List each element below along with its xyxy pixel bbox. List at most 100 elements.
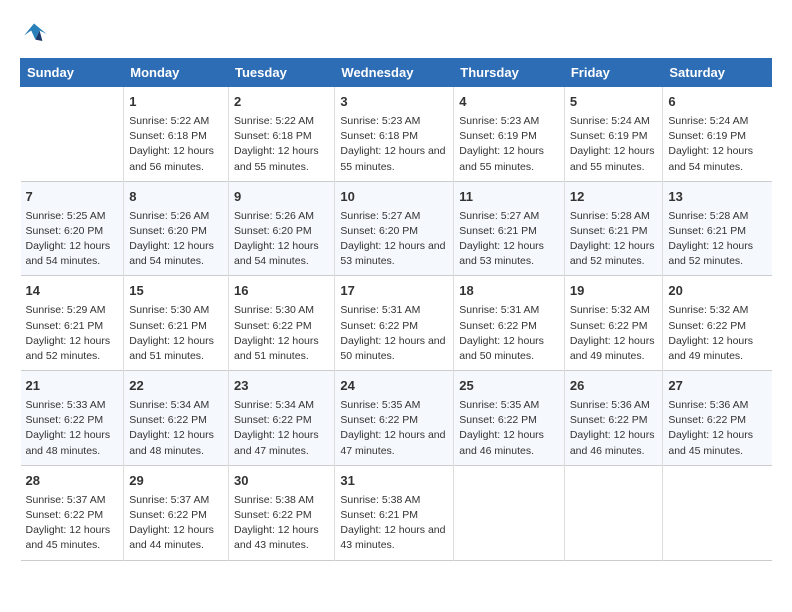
calendar-week-row: 28 Sunrise: 5:37 AMSunset: 6:22 PMDayligh… bbox=[21, 465, 772, 560]
day-number: 22 bbox=[129, 377, 223, 396]
day-number: 29 bbox=[129, 472, 223, 491]
cell-info: Sunrise: 5:32 AMSunset: 6:22 PMDaylight:… bbox=[570, 303, 658, 364]
cell-info: Sunrise: 5:22 AMSunset: 6:18 PMDaylight:… bbox=[234, 114, 329, 175]
calendar-cell: 9 Sunrise: 5:26 AMSunset: 6:20 PMDaylight… bbox=[229, 181, 335, 276]
calendar-cell: 22 Sunrise: 5:34 AMSunset: 6:22 PMDayligh… bbox=[124, 371, 229, 466]
calendar-cell: 23 Sunrise: 5:34 AMSunset: 6:22 PMDayligh… bbox=[229, 371, 335, 466]
cell-info: Sunrise: 5:34 AMSunset: 6:22 PMDaylight:… bbox=[234, 398, 329, 459]
day-number: 6 bbox=[668, 93, 766, 112]
cell-info: Sunrise: 5:25 AMSunset: 6:20 PMDaylight:… bbox=[26, 209, 119, 270]
calendar-cell: 10 Sunrise: 5:27 AMSunset: 6:20 PMDayligh… bbox=[335, 181, 454, 276]
day-number: 1 bbox=[129, 93, 223, 112]
day-number: 11 bbox=[459, 188, 559, 207]
day-number: 23 bbox=[234, 377, 329, 396]
cell-info: Sunrise: 5:38 AMSunset: 6:21 PMDaylight:… bbox=[340, 493, 448, 554]
cell-info: Sunrise: 5:33 AMSunset: 6:22 PMDaylight:… bbox=[26, 398, 119, 459]
calendar-cell: 24 Sunrise: 5:35 AMSunset: 6:22 PMDayligh… bbox=[335, 371, 454, 466]
cell-info: Sunrise: 5:23 AMSunset: 6:18 PMDaylight:… bbox=[340, 114, 448, 175]
column-header-saturday: Saturday bbox=[663, 59, 772, 87]
day-number: 25 bbox=[459, 377, 559, 396]
day-number: 15 bbox=[129, 282, 223, 301]
cell-info: Sunrise: 5:38 AMSunset: 6:22 PMDaylight:… bbox=[234, 493, 329, 554]
cell-info: Sunrise: 5:34 AMSunset: 6:22 PMDaylight:… bbox=[129, 398, 223, 459]
calendar-cell bbox=[564, 465, 663, 560]
logo bbox=[20, 20, 52, 48]
day-number: 19 bbox=[570, 282, 658, 301]
cell-info: Sunrise: 5:35 AMSunset: 6:22 PMDaylight:… bbox=[340, 398, 448, 459]
calendar-cell bbox=[21, 87, 124, 182]
calendar-cell: 3 Sunrise: 5:23 AMSunset: 6:18 PMDaylight… bbox=[335, 87, 454, 182]
calendar-cell: 11 Sunrise: 5:27 AMSunset: 6:21 PMDayligh… bbox=[454, 181, 565, 276]
calendar-week-row: 7 Sunrise: 5:25 AMSunset: 6:20 PMDaylight… bbox=[21, 181, 772, 276]
day-number: 14 bbox=[26, 282, 119, 301]
calendar-cell: 7 Sunrise: 5:25 AMSunset: 6:20 PMDaylight… bbox=[21, 181, 124, 276]
calendar-cell: 18Sunrise: 5:31 AMSunset: 6:22 PMDayligh… bbox=[454, 276, 565, 371]
column-header-monday: Monday bbox=[124, 59, 229, 87]
day-number: 26 bbox=[570, 377, 658, 396]
calendar-cell: 26 Sunrise: 5:36 AMSunset: 6:22 PMDayligh… bbox=[564, 371, 663, 466]
day-number: 13 bbox=[668, 188, 766, 207]
page-header bbox=[20, 20, 772, 48]
cell-info: Sunrise: 5:36 AMSunset: 6:22 PMDaylight:… bbox=[668, 398, 766, 459]
day-number: 27 bbox=[668, 377, 766, 396]
calendar-cell bbox=[454, 465, 565, 560]
calendar-cell bbox=[663, 465, 772, 560]
cell-info: Sunrise: 5:28 AMSunset: 6:21 PMDaylight:… bbox=[570, 209, 658, 270]
calendar-cell: 21 Sunrise: 5:33 AMSunset: 6:22 PMDayligh… bbox=[21, 371, 124, 466]
calendar-cell: 19 Sunrise: 5:32 AMSunset: 6:22 PMDayligh… bbox=[564, 276, 663, 371]
calendar-table: SundayMondayTuesdayWednesdayThursdayFrid… bbox=[20, 58, 772, 561]
calendar-cell: 20Sunrise: 5:32 AMSunset: 6:22 PMDayligh… bbox=[663, 276, 772, 371]
day-number: 31 bbox=[340, 472, 448, 491]
cell-info: Sunrise: 5:37 AMSunset: 6:22 PMDaylight:… bbox=[26, 493, 119, 554]
day-number: 8 bbox=[129, 188, 223, 207]
calendar-cell: 4 Sunrise: 5:23 AMSunset: 6:19 PMDaylight… bbox=[454, 87, 565, 182]
calendar-week-row: 14 Sunrise: 5:29 AMSunset: 6:21 PMDayligh… bbox=[21, 276, 772, 371]
calendar-cell: 2Sunrise: 5:22 AMSunset: 6:18 PMDaylight… bbox=[229, 87, 335, 182]
day-number: 21 bbox=[26, 377, 119, 396]
day-number: 16 bbox=[234, 282, 329, 301]
cell-info: Sunrise: 5:27 AMSunset: 6:20 PMDaylight:… bbox=[340, 209, 448, 270]
cell-info: Sunrise: 5:22 AMSunset: 6:18 PMDaylight:… bbox=[129, 114, 223, 175]
day-number: 18 bbox=[459, 282, 559, 301]
column-header-sunday: Sunday bbox=[21, 59, 124, 87]
cell-info: Sunrise: 5:30 AMSunset: 6:21 PMDaylight:… bbox=[129, 303, 223, 364]
day-number: 24 bbox=[340, 377, 448, 396]
cell-info: Sunrise: 5:31 AMSunset: 6:22 PMDaylight:… bbox=[340, 303, 448, 364]
day-number: 4 bbox=[459, 93, 559, 112]
calendar-week-row: 1 Sunrise: 5:22 AMSunset: 6:18 PMDaylight… bbox=[21, 87, 772, 182]
column-header-friday: Friday bbox=[564, 59, 663, 87]
calendar-cell: 6Sunrise: 5:24 AMSunset: 6:19 PMDaylight… bbox=[663, 87, 772, 182]
day-number: 9 bbox=[234, 188, 329, 207]
cell-info: Sunrise: 5:37 AMSunset: 6:22 PMDaylight:… bbox=[129, 493, 223, 554]
calendar-cell: 16 Sunrise: 5:30 AMSunset: 6:22 PMDayligh… bbox=[229, 276, 335, 371]
calendar-cell: 25Sunrise: 5:35 AMSunset: 6:22 PMDayligh… bbox=[454, 371, 565, 466]
day-number: 28 bbox=[26, 472, 119, 491]
cell-info: Sunrise: 5:23 AMSunset: 6:19 PMDaylight:… bbox=[459, 114, 559, 175]
calendar-cell: 14 Sunrise: 5:29 AMSunset: 6:21 PMDayligh… bbox=[21, 276, 124, 371]
cell-info: Sunrise: 5:28 AMSunset: 6:21 PMDaylight:… bbox=[668, 209, 766, 270]
day-number: 12 bbox=[570, 188, 658, 207]
cell-info: Sunrise: 5:30 AMSunset: 6:22 PMDaylight:… bbox=[234, 303, 329, 364]
cell-info: Sunrise: 5:27 AMSunset: 6:21 PMDaylight:… bbox=[459, 209, 559, 270]
day-number: 7 bbox=[26, 188, 119, 207]
column-header-thursday: Thursday bbox=[454, 59, 565, 87]
calendar-header-row: SundayMondayTuesdayWednesdayThursdayFrid… bbox=[21, 59, 772, 87]
column-header-tuesday: Tuesday bbox=[229, 59, 335, 87]
day-number: 30 bbox=[234, 472, 329, 491]
cell-info: Sunrise: 5:36 AMSunset: 6:22 PMDaylight:… bbox=[570, 398, 658, 459]
calendar-cell: 13 Sunrise: 5:28 AMSunset: 6:21 PMDayligh… bbox=[663, 181, 772, 276]
day-number: 10 bbox=[340, 188, 448, 207]
column-header-wednesday: Wednesday bbox=[335, 59, 454, 87]
cell-info: Sunrise: 5:29 AMSunset: 6:21 PMDaylight:… bbox=[26, 303, 119, 364]
calendar-cell: 31 Sunrise: 5:38 AMSunset: 6:21 PMDayligh… bbox=[335, 465, 454, 560]
logo-icon bbox=[20, 20, 48, 48]
day-number: 3 bbox=[340, 93, 448, 112]
calendar-cell: 28 Sunrise: 5:37 AMSunset: 6:22 PMDayligh… bbox=[21, 465, 124, 560]
calendar-cell: 12 Sunrise: 5:28 AMSunset: 6:21 PMDayligh… bbox=[564, 181, 663, 276]
day-number: 5 bbox=[570, 93, 658, 112]
calendar-cell: 27 Sunrise: 5:36 AMSunset: 6:22 PMDayligh… bbox=[663, 371, 772, 466]
cell-info: Sunrise: 5:26 AMSunset: 6:20 PMDaylight:… bbox=[234, 209, 329, 270]
calendar-cell: 17Sunrise: 5:31 AMSunset: 6:22 PMDayligh… bbox=[335, 276, 454, 371]
calendar-cell: 15 Sunrise: 5:30 AMSunset: 6:21 PMDayligh… bbox=[124, 276, 229, 371]
cell-info: Sunrise: 5:26 AMSunset: 6:20 PMDaylight:… bbox=[129, 209, 223, 270]
